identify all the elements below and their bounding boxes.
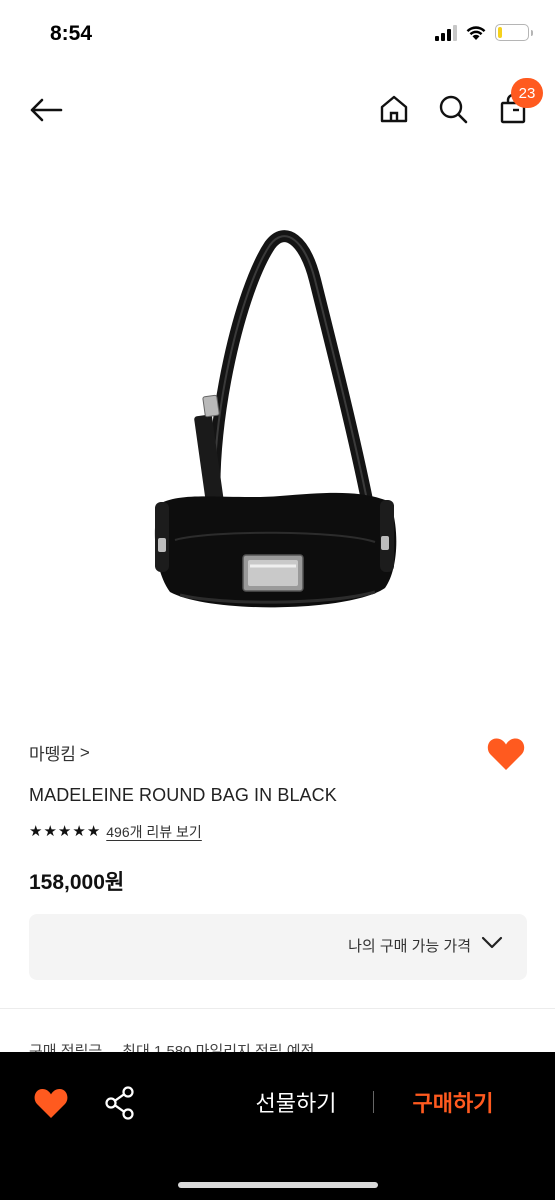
gift-button[interactable]: 선물하기 <box>236 1082 356 1122</box>
points-value: 최대 1,580 마일리지 적립 예정 <box>122 1043 315 1052</box>
rating-stars: ★ ★ ★ ★ ★ <box>29 822 100 842</box>
top-nav-bar: 23 <box>0 78 555 142</box>
section-divider <box>0 1008 555 1009</box>
back-button[interactable] <box>26 92 66 128</box>
star-icon: ★ <box>57 823 72 840</box>
wishlist-heart-icon[interactable] <box>486 736 526 772</box>
rating-row: ★ ★ ★ ★ ★ 496개 리뷰 보기 <box>29 822 202 842</box>
product-price: 158,000원 <box>29 871 125 894</box>
home-indicator <box>178 1182 378 1188</box>
arrow-left-icon <box>30 98 63 122</box>
star-icon: ★ <box>72 823 86 840</box>
cart-count-badge: 23 <box>511 78 543 108</box>
star-icon: ★ <box>43 823 57 840</box>
product-image <box>154 230 397 608</box>
points-label: 구매 적립금 <box>29 1043 103 1052</box>
battery-icon <box>495 24 533 41</box>
review-link[interactable]: 496개 리뷰 보기 <box>106 822 202 842</box>
points-info: 구매 적립금 최대 1,580 마일리지 적립 예정 <box>29 1040 314 1052</box>
status-time: 8:54 <box>50 22 93 45</box>
chevron-right-icon: > <box>79 742 90 762</box>
wifi-icon <box>466 25 486 40</box>
star-icon: ★ <box>86 823 101 840</box>
my-price-label: 나의 구매 가능 가격 <box>348 938 471 955</box>
bottom-action-bar: 선물하기 구매하기 <box>0 1052 555 1200</box>
status-bar: 8:54 <box>0 0 555 70</box>
share-icon[interactable] <box>104 1085 136 1121</box>
cellular-signal-icon <box>435 24 457 41</box>
buy-button[interactable]: 구매하기 <box>393 1082 513 1122</box>
action-divider <box>373 1091 374 1113</box>
home-button[interactable] <box>377 92 411 126</box>
battery-level <box>498 27 503 38</box>
brand-link[interactable]: 마뗑킴 > <box>29 740 90 765</box>
my-price-dropdown[interactable]: 나의 구매 가능 가격 <box>29 914 527 980</box>
brand-name: 마뗑킴 <box>29 745 76 764</box>
star-icon: ★ <box>29 823 43 840</box>
heart-icon[interactable] <box>33 1086 69 1120</box>
chevron-down-icon <box>481 936 503 949</box>
search-icon <box>439 95 468 124</box>
search-button[interactable] <box>436 92 470 126</box>
home-icon <box>380 95 408 123</box>
status-icons <box>435 24 533 41</box>
product-name: MADELEINE ROUND BAG IN BLACK <box>29 785 337 805</box>
